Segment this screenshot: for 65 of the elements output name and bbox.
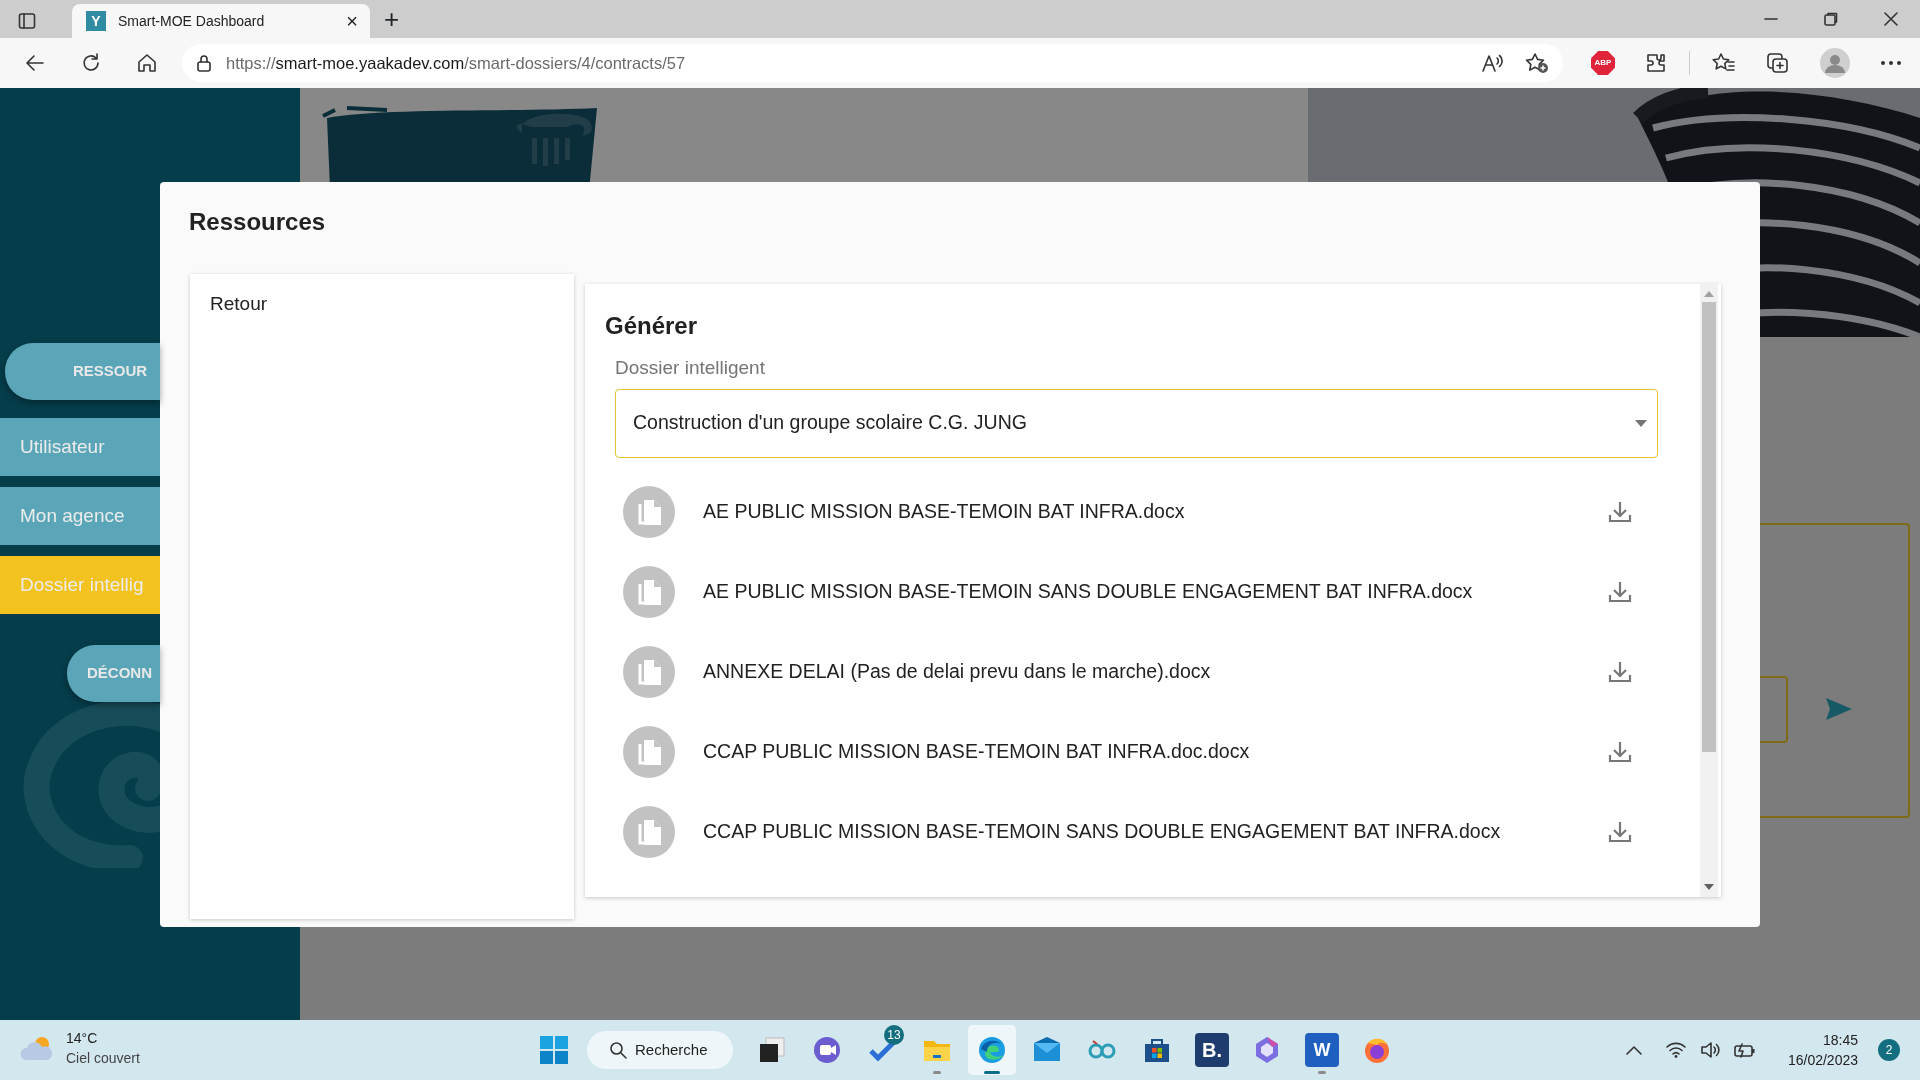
volume-icon[interactable]	[1699, 1041, 1720, 1059]
caret-icon	[1635, 419, 1647, 427]
file-name: CCAP PUBLIC MISSION BASE-TEMOIN BAT INFRA.doc.docx	[703, 738, 1251, 764]
download-icon[interactable]	[1608, 499, 1632, 524]
chevron-up-icon[interactable]	[1625, 1045, 1642, 1055]
select-field[interactable]: Construction d'un groupe scolaire C.G. JUNG	[615, 388, 1658, 458]
download-icon[interactable]	[1608, 739, 1632, 764]
word-app[interactable]: W	[1305, 1033, 1339, 1067]
read-aloud-icon[interactable]	[1481, 52, 1503, 74]
file-name: CCAP PUBLIC MISSION BASE-TEMOIN SANS DOUBLE ENGAGEMENT BAT INFRA.docx	[703, 818, 1502, 844]
refresh-icon[interactable]	[80, 52, 102, 74]
collections-icon[interactable]	[1766, 52, 1790, 74]
file-name: AE PUBLIC MISSION BASE-TEMOIN BAT INFRA.docx	[703, 498, 1186, 524]
temperature-text: 14°C	[66, 1029, 99, 1048]
file-name: AE PUBLIC MISSION BASE-TEMOIN SANS DOUBLE ENGAGEMENT BAT INFRA.docx	[703, 578, 1474, 604]
new-tab-button[interactable]: +	[384, 2, 400, 36]
running-indicator	[984, 1071, 1000, 1074]
clock-time[interactable]: 18:45	[1787, 1030, 1858, 1050]
field-label: Dossier intelligent	[615, 356, 766, 380]
task-view-icon[interactable]	[757, 1035, 787, 1065]
search-field[interactable]: Recherche	[587, 1031, 733, 1069]
documents-icon	[623, 645, 675, 698]
notification-badge[interactable]: 2	[1878, 1039, 1900, 1061]
tab-actions-icon[interactable]	[18, 12, 36, 30]
lock-icon	[196, 54, 212, 72]
weather-text: Ciel couvert	[66, 1049, 140, 1068]
battery-icon[interactable]	[1733, 1042, 1756, 1058]
back-icon[interactable]	[24, 52, 46, 74]
download-icon[interactable]	[1608, 819, 1632, 844]
download-icon[interactable]	[1608, 579, 1632, 604]
video-chat-icon[interactable]	[812, 1035, 842, 1065]
panel-title: Générer	[605, 311, 699, 341]
favorites-icon[interactable]	[1712, 52, 1736, 74]
browser-icon[interactable]	[977, 1035, 1007, 1065]
browser-tab[interactable]: Y Smart-MOE Dashboard ×	[72, 4, 370, 38]
clock-date[interactable]: 16/02/2023	[1787, 1050, 1858, 1070]
documents-icon	[623, 565, 675, 618]
restore-icon[interactable]	[1824, 12, 1838, 26]
running-indicator	[933, 1071, 941, 1074]
scroll-down-icon[interactable]	[1704, 883, 1714, 891]
close-icon[interactable]	[1884, 12, 1898, 26]
favicon: Y	[86, 11, 106, 31]
adblock-extension[interactable]: ABP	[1591, 51, 1615, 75]
download-icon[interactable]	[1608, 659, 1632, 684]
profile-avatar[interactable]	[1820, 48, 1850, 78]
count-badge: 13	[884, 1025, 904, 1045]
start-icon[interactable]	[539, 1035, 569, 1065]
url-text: https://smart-moe.yaakadev.com/smart-dossiers/4/contracts/57	[226, 52, 686, 74]
booking-app[interactable]: B.	[1195, 1033, 1229, 1067]
wifi-icon[interactable]	[1665, 1042, 1686, 1058]
scrollbar[interactable]	[1700, 284, 1718, 897]
extensions-icon[interactable]	[1645, 52, 1667, 74]
file-name: ANNEXE DELAI (Pas de delai prevu dans le marche).docx	[703, 658, 1212, 684]
modal-title: Ressources	[189, 207, 327, 237]
home-icon[interactable]	[136, 52, 158, 74]
search-icon	[609, 1041, 627, 1059]
menu-item[interactable]: Retour	[210, 290, 554, 319]
documents-icon	[623, 805, 675, 858]
address-bar[interactable]: https://smart-moe.yaakadev.com/smart-dossiers/4/contracts/57	[182, 44, 1563, 82]
close-tab-button[interactable]: ×	[346, 6, 358, 36]
running-indicator	[1318, 1071, 1326, 1074]
documents-icon	[623, 485, 675, 538]
more-options-icon[interactable]	[1880, 60, 1902, 66]
documents-icon	[623, 725, 675, 778]
favorite-add-icon[interactable]	[1525, 52, 1549, 74]
